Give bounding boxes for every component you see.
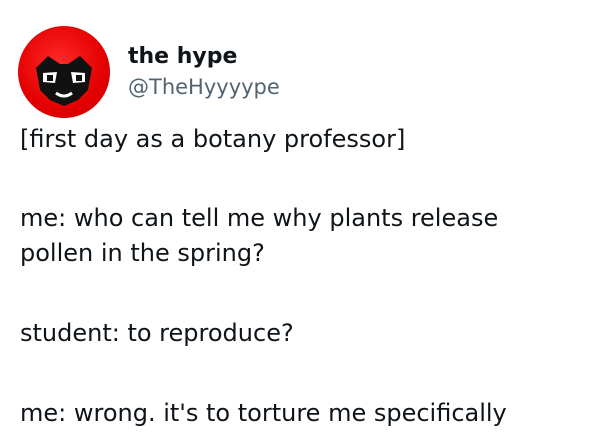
tweet-line: [first day as a botany professor] [20, 125, 406, 153]
red-devil-face-icon [36, 56, 92, 106]
tweet-card: the hype @TheHyyyype [first day as a bot… [0, 0, 599, 448]
tweet-line: me: wrong. it's to torture me specifical… [20, 399, 507, 427]
avatar[interactable] [18, 26, 110, 118]
tweet-line: me: who can tell me why plants release [20, 204, 499, 232]
tweet-line: student: to reproduce? [20, 319, 294, 347]
user-handle[interactable]: @TheHyyyype [128, 72, 280, 102]
author-names: the hype @TheHyyyype [128, 42, 280, 102]
tweet-line: pollen in the spring? [20, 239, 265, 267]
display-name[interactable]: the hype [128, 42, 280, 72]
tweet-header: the hype @TheHyyyype [18, 24, 280, 120]
